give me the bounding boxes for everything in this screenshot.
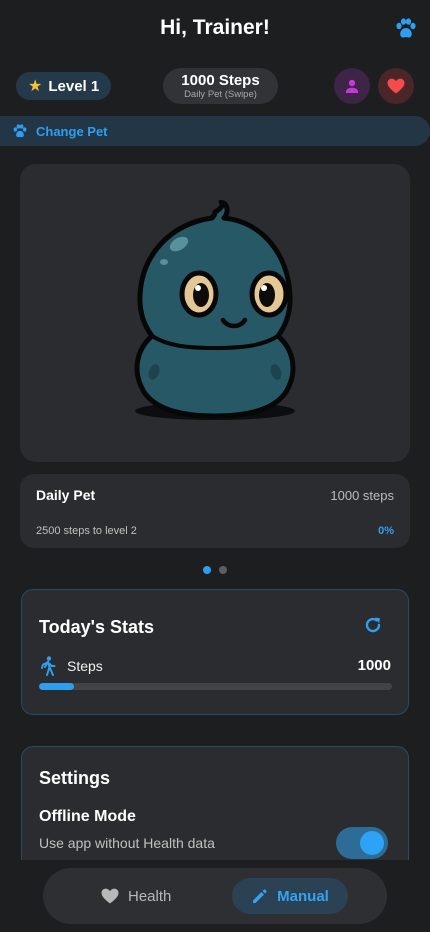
steps-summary[interactable]: 1000 Steps Daily Pet (Swipe) bbox=[163, 68, 278, 104]
person-icon bbox=[345, 79, 359, 93]
steps-subtitle: Daily Pet (Swipe) bbox=[184, 89, 257, 100]
toggle-knob bbox=[360, 831, 384, 855]
pet-info-card: Daily Pet 1000 steps 2500 steps to level… bbox=[20, 474, 410, 548]
steps-value: 1000 bbox=[357, 657, 391, 674]
change-pet-label: Change Pet bbox=[36, 123, 108, 139]
favorite-button[interactable] bbox=[378, 68, 414, 104]
page-title: Hi, Trainer! bbox=[160, 16, 270, 39]
level-progress-percent: 0% bbox=[378, 525, 394, 537]
heart-icon bbox=[387, 78, 405, 94]
pet-display-card[interactable] bbox=[20, 164, 410, 462]
offline-mode-toggle[interactable] bbox=[336, 827, 388, 859]
header: Hi, Trainer! bbox=[0, 0, 430, 60]
refresh-icon[interactable] bbox=[363, 615, 383, 635]
nav-health-label: Health bbox=[128, 887, 172, 905]
bottom-navigation: Health Manual bbox=[43, 868, 387, 924]
paw-icon[interactable] bbox=[394, 18, 418, 40]
level-badge[interactable]: ★ Level 1 bbox=[16, 72, 112, 100]
paw-icon bbox=[13, 123, 27, 137]
nav-manual-tab[interactable]: Manual bbox=[232, 878, 348, 914]
heart-icon bbox=[101, 888, 119, 904]
profile-button[interactable] bbox=[334, 68, 370, 104]
steps-progress-bar bbox=[39, 683, 392, 690]
walking-icon bbox=[41, 656, 56, 676]
offline-mode-title: Offline Mode bbox=[39, 808, 136, 825]
settings-title: Settings bbox=[39, 768, 111, 788]
steps-progress-fill bbox=[39, 683, 75, 690]
pet-illustration bbox=[134, 200, 296, 420]
offline-mode-description: Use app without Health data bbox=[39, 835, 215, 851]
nav-health-tab[interactable]: Health bbox=[101, 868, 171, 924]
steps-count: 1000 Steps bbox=[181, 72, 260, 89]
level-label: Level 1 bbox=[48, 77, 100, 95]
carousel-dot[interactable] bbox=[219, 566, 227, 574]
top-bar: ★ Level 1 1000 Steps Daily Pet (Swipe) bbox=[0, 66, 430, 108]
change-pet-button[interactable]: Change Pet bbox=[0, 116, 430, 146]
level-progress-text: 2500 steps to level 2 bbox=[36, 525, 137, 537]
carousel-dot[interactable] bbox=[203, 566, 211, 574]
pencil-icon bbox=[253, 888, 267, 903]
steps-label: Steps bbox=[67, 658, 103, 674]
star-icon: ★ bbox=[28, 78, 43, 95]
stats-title: Today's Stats bbox=[39, 617, 154, 637]
pet-name: Daily Pet bbox=[36, 487, 96, 503]
carousel-indicator bbox=[203, 566, 227, 574]
pet-steps: 1000 steps bbox=[330, 488, 394, 503]
nav-manual-label: Manual bbox=[277, 887, 329, 905]
stats-card: Today's Stats Steps 1000 bbox=[21, 589, 409, 715]
